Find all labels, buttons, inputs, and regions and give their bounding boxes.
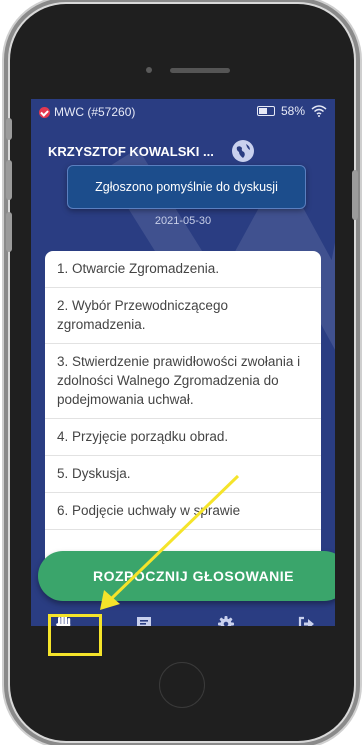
app-label: MWC (#57260) xyxy=(54,105,136,119)
power-button xyxy=(352,170,358,220)
agenda-list: 1. Otwarcie Zgromadzenia. 2. Wybór Przew… xyxy=(45,251,321,591)
agenda-item[interactable]: 6. Podjęcie uchwały w sprawie xyxy=(45,493,321,530)
agenda-item[interactable]: 3. Stwierdzenie prawidłowości zwołania i… xyxy=(45,344,321,419)
header: KRZYSZTOF KOWALSKI ... xyxy=(48,140,254,162)
earpiece-speaker xyxy=(170,68,230,73)
app-screen: MWC (#57260) 58% KRZYSZTOF KOWALSKI ... … xyxy=(31,99,335,626)
agenda-item[interactable]: 2. Wybór Przewodniczącego zgromadzenia. xyxy=(45,288,321,344)
agenda-item-label: 6. Podjęcie uchwały w sprawie xyxy=(57,503,241,518)
agenda-item-label: 1. Otwarcie Zgromadzenia. xyxy=(57,261,220,276)
start-voting-button[interactable]: ROZPOCZNIJ GŁOSOWANIE xyxy=(38,551,335,601)
agenda-item[interactable]: 5. Dyskusja. xyxy=(45,456,321,493)
front-camera xyxy=(146,67,152,73)
volume-down-button xyxy=(6,212,12,252)
start-voting-container: ROZPOCZNIJ GŁOSOWANIE xyxy=(31,551,335,601)
wifi-icon xyxy=(311,105,327,117)
status-bar: MWC (#57260) 58% xyxy=(31,99,335,125)
mute-switch xyxy=(6,118,12,140)
battery-icon xyxy=(256,106,275,116)
toast-message: Zgłoszono pomyślnie do dyskusji xyxy=(95,180,278,194)
agenda-item-label: 3. Stwierdzenie prawidłowości zwołania i… xyxy=(57,354,301,407)
globe-icon[interactable] xyxy=(231,140,254,162)
agenda-item[interactable]: 4. Przyjęcie porządku obrad. xyxy=(45,419,321,456)
home-button[interactable] xyxy=(159,662,205,708)
agenda-item-label: 5. Dyskusja. xyxy=(57,466,131,481)
user-name: KRZYSZTOF KOWALSKI ... xyxy=(48,143,214,159)
logout-icon[interactable] xyxy=(291,609,321,626)
toast-notification: Zgłoszono pomyślnie do dyskusji xyxy=(67,165,306,209)
battery-percent: 58% xyxy=(280,104,305,118)
check-badge-icon xyxy=(39,106,50,118)
agenda-item[interactable]: 1. Otwarcie Zgromadzenia. xyxy=(45,251,321,288)
highlight-box xyxy=(48,614,102,656)
meeting-date: 2021-05-30 xyxy=(154,215,212,227)
gear-icon[interactable] xyxy=(211,609,241,626)
volume-up-button xyxy=(6,160,12,200)
agenda-item-label: 2. Wybór Przewodniczącego zgromadzenia. xyxy=(57,298,228,332)
chat-icon[interactable] xyxy=(129,609,159,626)
agenda-item-label: 4. Przyjęcie porządku obrad. xyxy=(57,429,229,444)
start-voting-label: ROZPOCZNIJ GŁOSOWANIE xyxy=(92,568,295,584)
